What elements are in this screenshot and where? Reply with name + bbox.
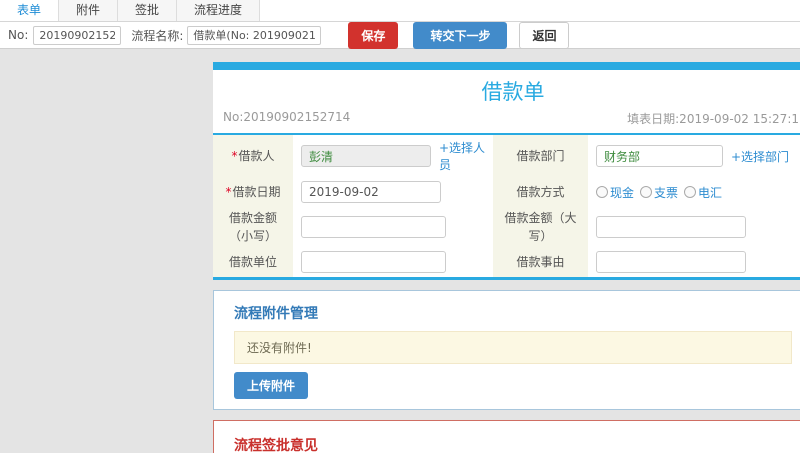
- amount-big-label: 借款金额（大写）: [493, 207, 588, 247]
- loan-unit-label: 借款单位: [213, 247, 293, 277]
- amount-small-field: [293, 207, 493, 247]
- required-mark: *: [225, 185, 232, 199]
- upload-attachment-button[interactable]: 上传附件: [234, 372, 309, 399]
- save-button[interactable]: 保存: [348, 21, 399, 49]
- tab-progress[interactable]: 流程进度: [177, 0, 261, 21]
- radio-icon[interactable]: [596, 186, 608, 198]
- form-title: 借款单: [481, 80, 545, 104]
- back-button[interactable]: 返回: [519, 21, 570, 49]
- radio-icon[interactable]: [640, 186, 653, 198]
- no-input[interactable]: [33, 25, 122, 45]
- next-step-button[interactable]: 转交下一步: [413, 21, 508, 49]
- method-option-cheque[interactable]: 支票: [640, 184, 678, 201]
- dept-label: 借款部门: [493, 135, 588, 177]
- method-option-cash[interactable]: 现金: [596, 184, 634, 201]
- doc-no: No:20190902152714: [223, 110, 351, 124]
- amount-big-field: [588, 207, 800, 247]
- signoff-heading: 流程签批意见: [234, 438, 318, 453]
- tab-approval[interactable]: 签批: [118, 0, 178, 21]
- dept-input[interactable]: [596, 145, 723, 167]
- borrower-field: +选择人员: [293, 135, 493, 177]
- fill-date: 填表日期:2019-09-02 15:27:1: [627, 112, 799, 126]
- borrower-input[interactable]: [301, 145, 431, 167]
- method-option-wire[interactable]: 电汇: [684, 184, 722, 201]
- select-person-link[interactable]: +选择人员: [439, 139, 493, 173]
- loan-reason-input[interactable]: [596, 251, 746, 273]
- select-dept-link[interactable]: +选择部门: [731, 148, 789, 165]
- loan-method-label: 借款方式: [493, 177, 588, 207]
- loan-date-input[interactable]: [301, 181, 441, 203]
- amount-big-input[interactable]: [596, 216, 746, 238]
- dept-field: +选择部门: [588, 135, 800, 177]
- attachments-panel: 流程附件管理 还没有附件! 上传附件: [213, 290, 800, 410]
- attachments-heading: 流程附件管理: [234, 306, 318, 322]
- loan-reason-label: 借款事由: [493, 247, 588, 277]
- radio-icon[interactable]: [684, 186, 697, 198]
- signoff-panel: 流程签批意见 B I abc: [213, 420, 800, 453]
- loan-method-field: 现金 支票 电汇: [588, 177, 800, 207]
- required-mark: *: [231, 149, 238, 163]
- panel-top-bar: [213, 62, 800, 70]
- loan-unit-field: [293, 247, 493, 277]
- loan-unit-input[interactable]: [301, 251, 446, 273]
- divider: [213, 277, 800, 280]
- amount-small-label: 借款金额（小写）: [213, 207, 293, 247]
- process-name-input[interactable]: [187, 25, 322, 45]
- loan-date-label: *借款日期: [213, 177, 293, 207]
- no-label: No:: [8, 28, 29, 42]
- tab-attachment[interactable]: 附件: [59, 0, 119, 21]
- loan-date-field: [293, 177, 493, 207]
- form-grid: *借款人 +选择人员 借款部门 +选择部门 *借款日期 借款: [213, 135, 800, 277]
- process-name-label: 流程名称:: [131, 28, 184, 43]
- tab-form[interactable]: 表单: [0, 0, 60, 21]
- loan-reason-field: [588, 247, 800, 277]
- tab-bar: 表单 附件 签批 流程进度: [0, 0, 800, 22]
- no-attachment-alert: 还没有附件!: [234, 331, 792, 364]
- borrower-label: *借款人: [213, 135, 293, 177]
- loan-form-panel: 借款单 No:20190902152714 填表日期:2019-09-02 15…: [213, 62, 800, 280]
- amount-small-input[interactable]: [301, 216, 446, 238]
- main-content: 借款单 No:20190902152714 填表日期:2019-09-02 15…: [213, 62, 800, 453]
- workspace: 借款单 No:20190902152714 填表日期:2019-09-02 15…: [0, 49, 800, 453]
- command-bar: No: 流程名称: 保存 转交下一步 返回: [0, 21, 800, 49]
- form-meta-row: No:20190902152714 填表日期:2019-09-02 15:27:…: [213, 108, 800, 133]
